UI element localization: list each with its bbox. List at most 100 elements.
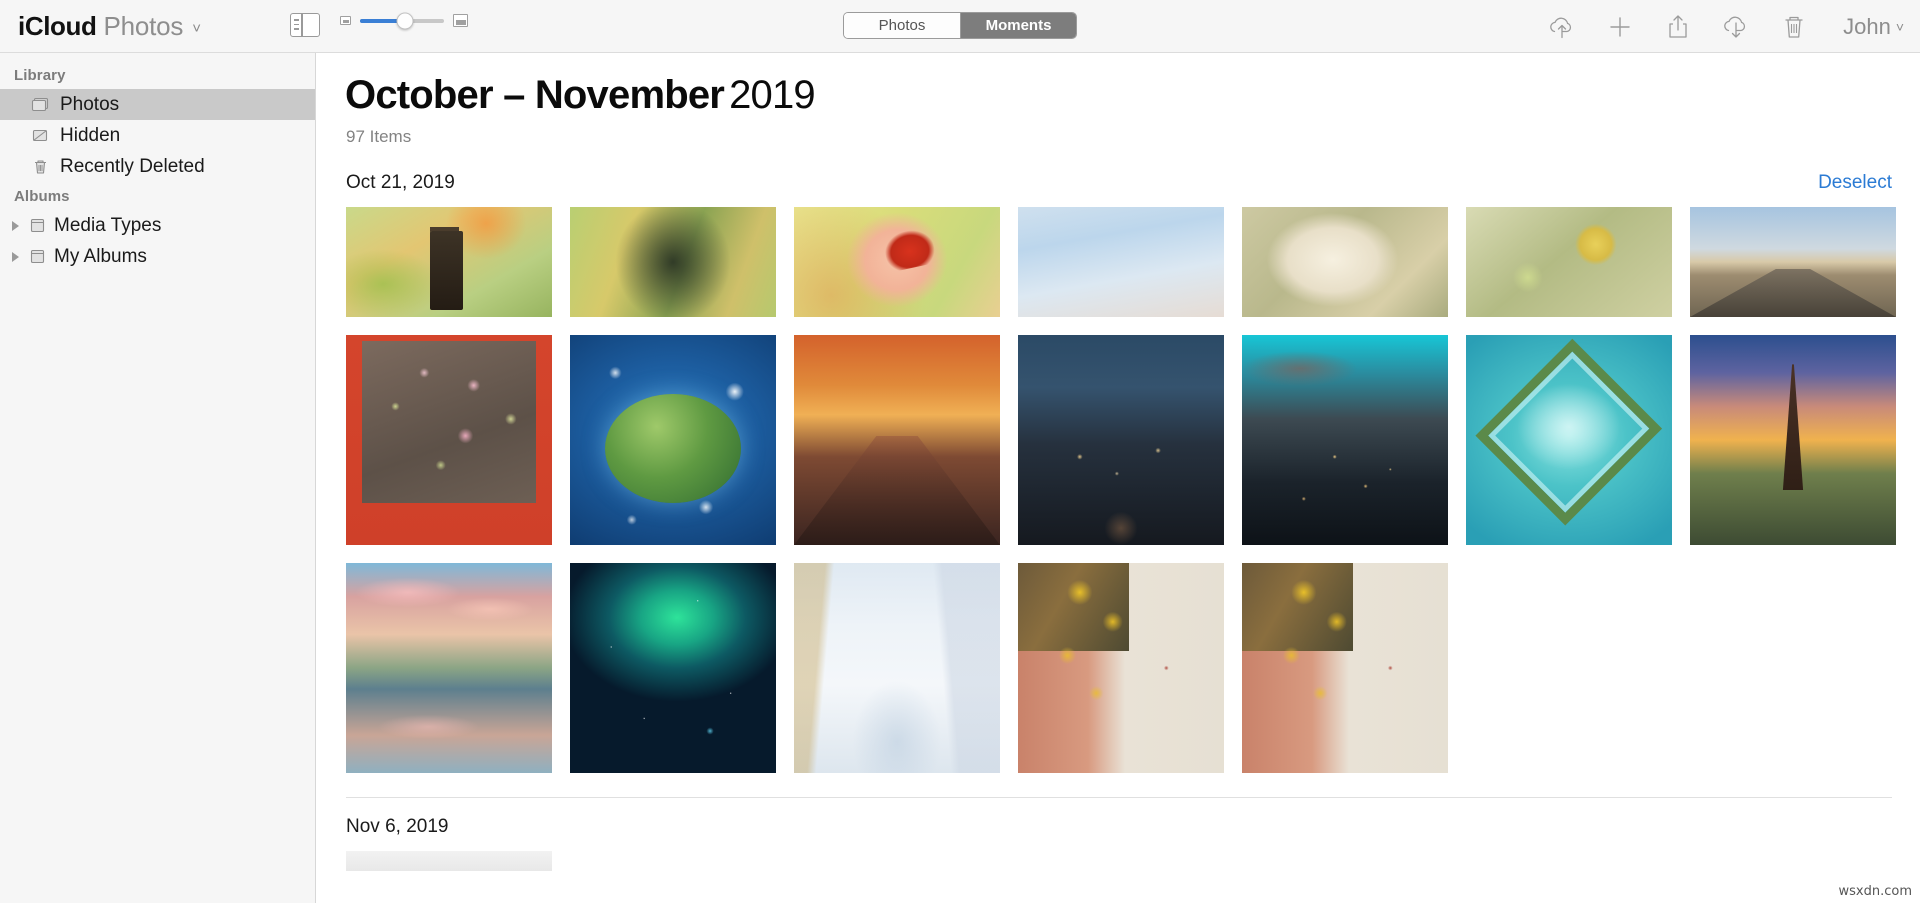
photo-ginkgo-leaves-wall[interactable] xyxy=(1018,563,1224,773)
photo-pastel-sky[interactable] xyxy=(1018,207,1224,317)
chevron-down-icon: ˅ xyxy=(1895,18,1904,35)
moment-header: Oct 21, 2019 Deselect xyxy=(346,172,1892,194)
sidebar-item-photos[interactable]: Photos xyxy=(0,89,315,120)
photo-ginkgo-leaves-wall-duplicate[interactable] xyxy=(1242,563,1448,773)
photo-thumbnail-image xyxy=(1018,207,1224,317)
sidebar-item-label: Recently Deleted xyxy=(60,155,205,177)
sidebar-item-media-types[interactable]: Media Types xyxy=(0,210,315,241)
upload-to-icloud-icon[interactable] xyxy=(1547,12,1577,42)
toolbar-actions: John ˅ xyxy=(1547,0,1904,53)
photo-grid-area: October – November 2019 97 Items Oct 21, … xyxy=(317,53,1920,903)
photo-snow-covered-forest[interactable] xyxy=(794,563,1000,773)
photo-aurora-borealis[interactable] xyxy=(570,563,776,773)
page-title: October – November 2019 xyxy=(345,73,1920,118)
moment-divider xyxy=(346,797,1892,798)
sidebar-toggle-line xyxy=(293,23,299,25)
chevron-right-icon[interactable] xyxy=(12,251,19,262)
photo-thumbnail-image xyxy=(346,335,552,545)
photo-thumbnail-image xyxy=(1242,563,1448,773)
view-mode-segmented-control[interactable]: Photos Moments xyxy=(843,12,1077,39)
photo-eiffel-tower-sunset[interactable] xyxy=(1690,335,1896,545)
photo-thumbnail-image xyxy=(570,207,776,317)
deselect-button[interactable]: Deselect xyxy=(1818,172,1892,194)
moment-date-label: Oct 21, 2019 xyxy=(346,172,455,193)
account-name-label: John xyxy=(1843,13,1891,39)
slider-knob[interactable] xyxy=(396,12,414,29)
sidebar-item-label: Media Types xyxy=(54,214,162,236)
watermark-label: wsxdn.com xyxy=(1838,884,1913,899)
photo-document-partial[interactable] xyxy=(346,851,552,871)
photos-stack-icon xyxy=(31,97,49,112)
photo-thumbnail-image xyxy=(1690,207,1896,317)
chevron-down-icon[interactable]: ˅ xyxy=(192,20,201,37)
photo-white-rose[interactable] xyxy=(1242,207,1448,317)
trash-icon xyxy=(35,160,46,174)
photo-thumbnail-image xyxy=(1242,207,1448,317)
photo-row xyxy=(346,563,1920,773)
app-brand[interactable]: iCloud Photos ˅ xyxy=(18,11,201,42)
sidebar-item-hidden[interactable]: Hidden xyxy=(0,120,315,151)
small-thumbnail-icon xyxy=(340,16,351,25)
app-toolbar: iCloud Photos ˅ Photos Moments John ˅ xyxy=(0,0,1920,53)
sidebar-section-library-header: Library xyxy=(14,67,66,84)
photo-tiny-planet-castle[interactable] xyxy=(570,335,776,545)
page-title-range: October – November xyxy=(345,73,725,117)
photo-thumbnail-image xyxy=(346,563,552,773)
chevron-right-icon[interactable] xyxy=(12,220,19,231)
sidebar-toggle-line xyxy=(293,28,299,30)
sidebar-toggle-divider xyxy=(301,14,303,36)
photo-thumbnail-image xyxy=(794,563,1000,773)
photo-cloud-reflection-lake[interactable] xyxy=(346,563,552,773)
photo-thumbnail-image xyxy=(1690,335,1896,545)
photo-heart-shaped-island[interactable] xyxy=(1466,335,1672,545)
sidebar: Library Photos Hidden Recently Deleted A… xyxy=(0,53,316,903)
large-thumbnail-icon xyxy=(453,14,468,27)
share-icon[interactable] xyxy=(1663,12,1693,42)
photo-pink-blossoms-red-wall[interactable] xyxy=(346,335,552,545)
brand-photos-label: Photos xyxy=(103,10,184,41)
slider-track[interactable] xyxy=(360,12,444,29)
photo-thumbnail-image xyxy=(1466,207,1672,317)
photo-thumbnail-image xyxy=(1466,335,1672,545)
sidebar-item-my-albums[interactable]: My Albums xyxy=(0,241,315,272)
photo-row xyxy=(346,851,1920,871)
item-count-label: 97 Items xyxy=(346,127,412,146)
add-icon[interactable] xyxy=(1605,12,1635,42)
photo-row xyxy=(346,335,1920,545)
photo-hand-holding-red-maple-leaf[interactable] xyxy=(794,207,1000,317)
tab-moments[interactable]: Moments xyxy=(960,13,1076,38)
album-folder-icon xyxy=(30,249,45,264)
sidebar-toggle-icon[interactable] xyxy=(290,13,320,37)
photo-birdhouse-autumn[interactable] xyxy=(346,207,552,317)
album-folder-icon xyxy=(30,218,45,233)
sidebar-section-albums-header: Albums xyxy=(14,188,70,205)
photo-thumbnail-image xyxy=(1242,335,1448,545)
photo-thumbnail-image xyxy=(794,335,1000,545)
tab-photos[interactable]: Photos xyxy=(844,13,960,38)
sidebar-item-label: Photos xyxy=(60,93,120,115)
download-from-icloud-icon[interactable] xyxy=(1721,12,1751,42)
delete-icon[interactable] xyxy=(1779,12,1809,42)
photo-sunset-palm-street[interactable] xyxy=(794,335,1000,545)
moment-date-label: Nov 6, 2019 xyxy=(346,816,449,837)
photo-night-city-street[interactable] xyxy=(1018,335,1224,545)
brand-icloud-label: iCloud xyxy=(18,10,97,41)
sidebar-item-recently-deleted[interactable]: Recently Deleted xyxy=(0,151,315,182)
photo-thumbnail-image xyxy=(346,851,552,871)
page-title-year: 2019 xyxy=(729,73,816,117)
account-menu[interactable]: John ˅ xyxy=(1843,14,1904,40)
photo-city-skyline-dusk[interactable] xyxy=(1242,335,1448,545)
sidebar-toggle-line xyxy=(293,19,299,21)
photo-thumbnail-image xyxy=(570,335,776,545)
photo-thumbnail-image xyxy=(1018,563,1224,773)
hidden-eye-slash-icon xyxy=(32,129,48,142)
photo-thumbnail-image xyxy=(570,563,776,773)
sidebar-item-label: My Albums xyxy=(54,245,147,267)
moment-header: Nov 6, 2019 xyxy=(346,816,1892,838)
thumbnail-size-slider[interactable] xyxy=(340,12,468,29)
photo-desert-road[interactable] xyxy=(1690,207,1896,317)
sidebar-item-label: Hidden xyxy=(60,124,121,146)
photo-yellow-rose[interactable] xyxy=(1466,207,1672,317)
photo-row xyxy=(346,207,1920,317)
photo-tree-autumn-leaves[interactable] xyxy=(570,207,776,317)
